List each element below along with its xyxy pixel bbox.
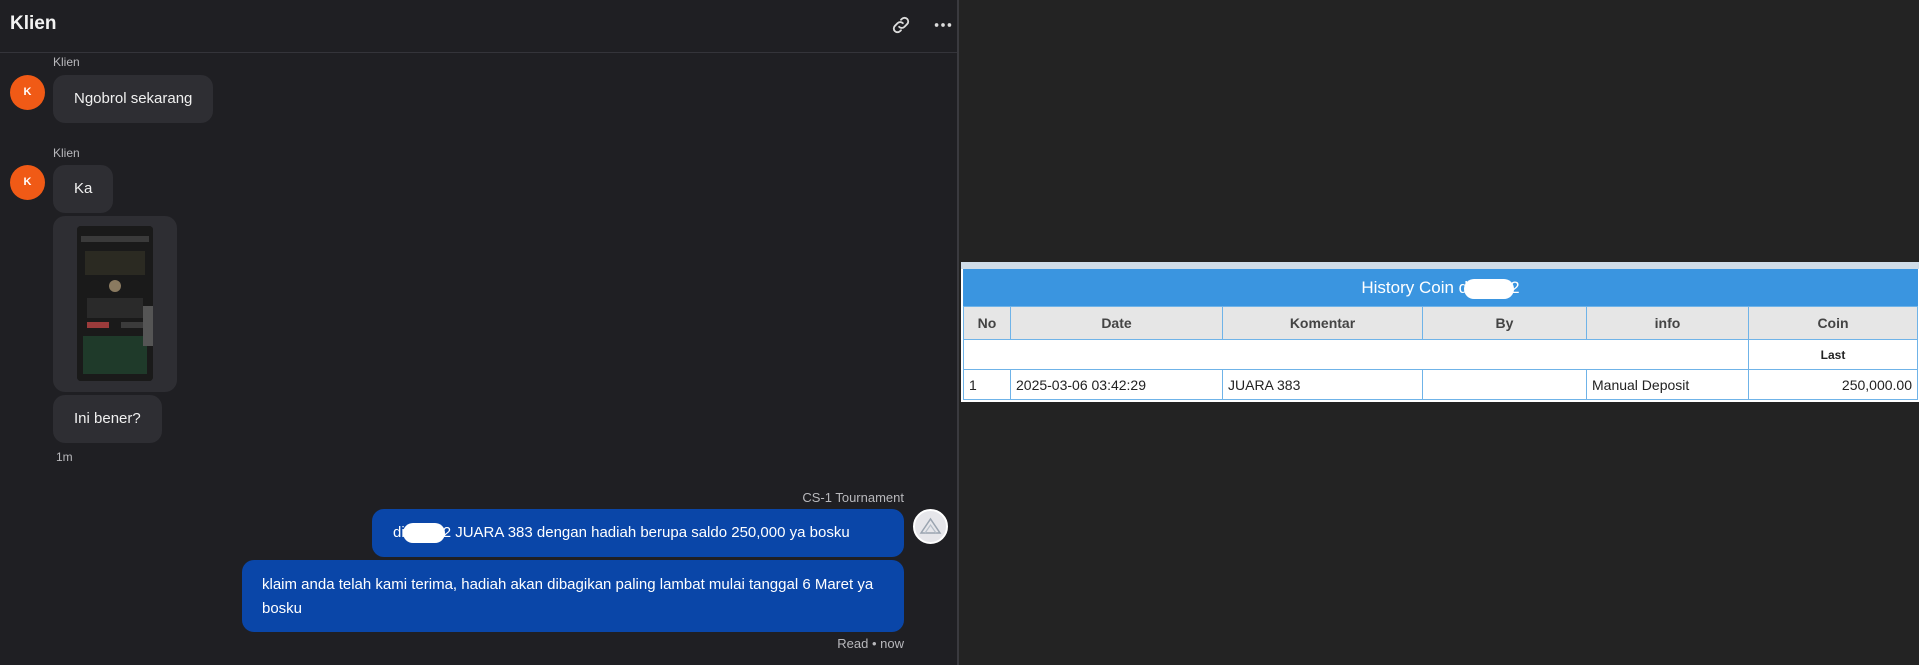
agent-message: klaim anda telah kami terima, hadiah aka… (242, 560, 904, 632)
panel-top-strip (961, 262, 1919, 269)
message-bubble: Ngobrol sekarang (53, 75, 214, 123)
last-label: Last (1748, 339, 1918, 370)
more-horizontal-icon[interactable] (932, 14, 954, 36)
cell-by (1422, 369, 1587, 400)
redaction-mark (402, 523, 445, 544)
column-header-date[interactable]: Date (1010, 306, 1223, 340)
cell-coin: 250,000.00 (1748, 369, 1918, 400)
column-header-komentar[interactable]: Komentar (1222, 306, 1423, 340)
column-header-by[interactable]: By (1422, 306, 1587, 340)
redaction-mark (1464, 278, 1515, 299)
agent-message-suffix: 2 JUARA 383 dengan hadiah berupa saldo 2… (442, 524, 850, 541)
cell-date: 2025-03-06 03:42:29 (1010, 369, 1223, 400)
cell-komentar: JUARA 383 (1222, 369, 1423, 400)
sender-name: Klien (53, 55, 80, 69)
read-status: Read • now (837, 636, 904, 651)
message-bubble: Ka (53, 165, 114, 213)
table-row: 1 2025-03-06 03:42:29 JUARA 383 Manual D… (963, 369, 1918, 400)
sender-name: Klien (53, 146, 80, 160)
column-header-no[interactable]: No (963, 306, 1011, 340)
history-table: No Date Komentar By info Coin Last 1 202… (963, 306, 1918, 400)
avatar: K (10, 165, 45, 200)
cell-info: Manual Deposit (1586, 369, 1749, 400)
agent-message: di 2 JUARA 383 dengan hadiah berupa saldo… (372, 509, 904, 557)
message-time: 1m (56, 450, 73, 464)
chat-header: Klien (0, 0, 957, 53)
image-message[interactable] (53, 216, 177, 392)
history-coin-panel: History Coin d 2 No Date Komentar By info… (961, 262, 1919, 402)
history-title: History Coin d 2 (963, 269, 1918, 306)
message-bubble: Ini bener? (53, 395, 162, 443)
column-header-coin[interactable]: Coin (1748, 306, 1918, 340)
cell-no: 1 (963, 369, 1011, 400)
table-row: Last (963, 339, 1918, 370)
chat-title: Klien (10, 13, 57, 34)
agent-name: CS-1 Tournament (802, 490, 904, 505)
chat-pane: Klien Klien K Ngobrol sekarang Klien K K… (0, 0, 959, 665)
column-header-info[interactable]: info (1586, 306, 1749, 340)
history-title-suffix: 2 (1510, 278, 1520, 297)
phone-screenshot-thumbnail (77, 226, 153, 381)
agent-avatar (913, 509, 948, 544)
history-title-prefix: History Coin d (1361, 278, 1469, 297)
table-cell (963, 339, 1749, 370)
avatar: K (10, 75, 45, 110)
link-icon[interactable] (890, 14, 912, 36)
